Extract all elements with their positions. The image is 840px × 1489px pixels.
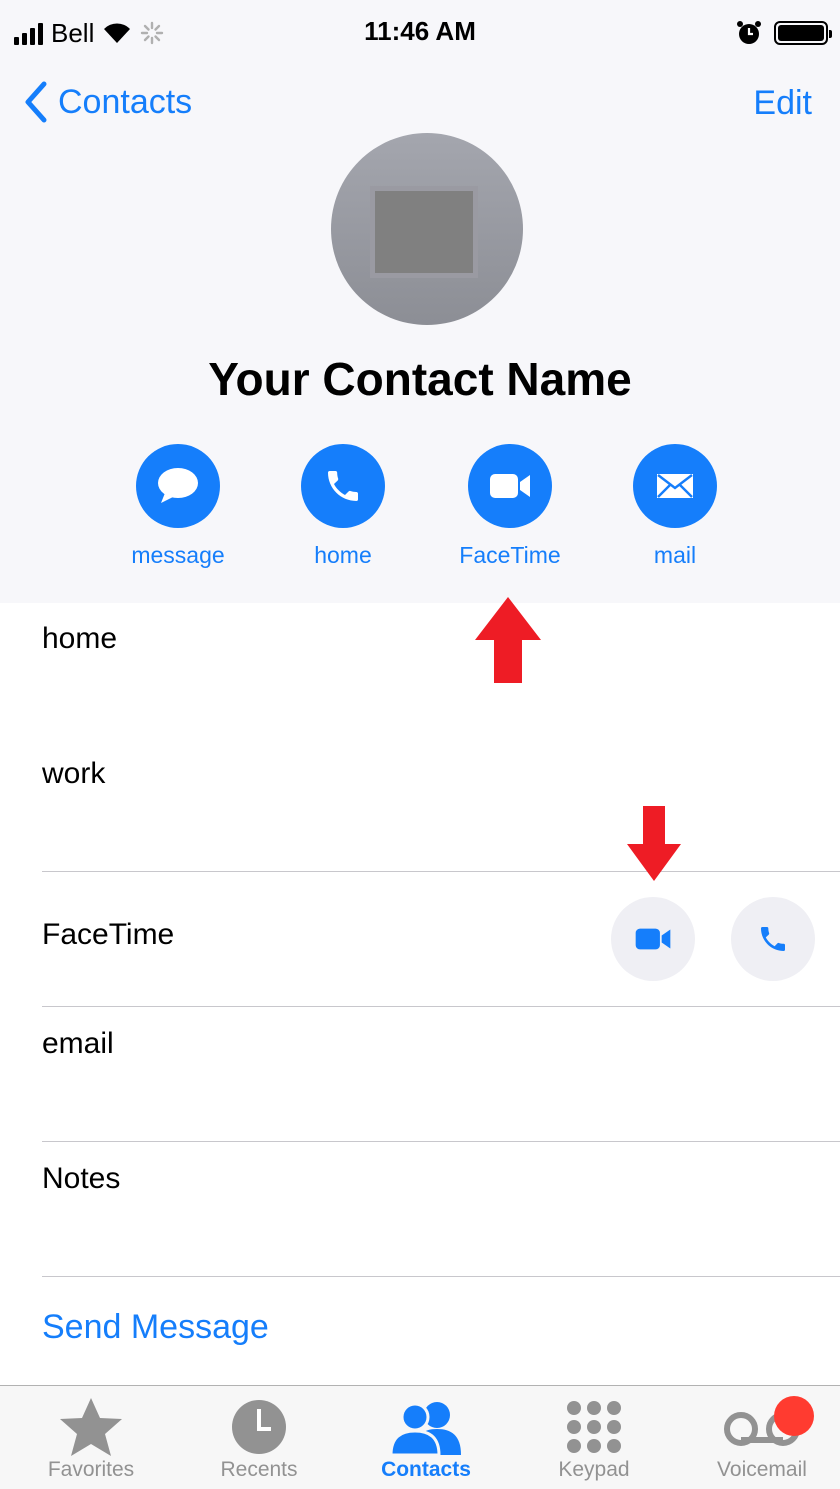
tab-voicemail[interactable]: Voicemail: [678, 1386, 840, 1489]
facetime-action-button[interactable]: FaceTime: [440, 444, 580, 569]
contact-header: Bell 11:46 AM Contacts Edit Your Contact…: [0, 0, 840, 603]
tab-recents[interactable]: Recents: [175, 1386, 343, 1489]
tab-contacts[interactable]: Contacts: [342, 1386, 510, 1489]
contact-name: Your Contact Name: [208, 353, 632, 405]
tab-keypad[interactable]: Keypad: [510, 1386, 678, 1489]
facetime-row: FaceTime: [42, 872, 840, 1007]
tab-favorites-label: Favorites: [47, 1458, 135, 1481]
notes-row[interactable]: Notes: [42, 1142, 840, 1277]
contacts-icon: [389, 1402, 461, 1455]
phone-icon: [328, 471, 358, 501]
phone-home-row[interactable]: home: [42, 602, 840, 737]
status-right: [736, 16, 832, 50]
tab-contacts-label: Contacts: [381, 1458, 471, 1481]
avatar[interactable]: [331, 133, 523, 325]
home-action-label: home: [314, 542, 372, 568]
call-home-action-button[interactable]: home: [273, 444, 413, 569]
phone-icon: [761, 927, 785, 951]
alarm-clock-icon: [737, 21, 761, 44]
clock-icon: [232, 1400, 286, 1454]
back-button-label: Contacts: [58, 82, 193, 121]
chevron-left-icon: [25, 81, 47, 123]
message-bubble-icon: [158, 468, 198, 503]
phone-work-row[interactable]: work: [42, 737, 840, 872]
row-label-notes: Notes: [42, 1162, 121, 1195]
row-label-work: work: [42, 757, 106, 790]
battery-icon: [774, 21, 832, 45]
row-label-home: home: [42, 622, 118, 655]
annotation-arrow-up-icon: [475, 597, 541, 683]
tab-bar: Favorites Recents Contacts Keypad Voicem…: [0, 1385, 840, 1489]
mail-action-button[interactable]: mail: [605, 444, 745, 569]
send-message-button[interactable]: Send Message: [42, 1278, 840, 1376]
tab-favorites[interactable]: Favorites: [7, 1386, 175, 1489]
facetime-action-label: FaceTime: [459, 542, 561, 568]
tab-recents-label: Recents: [220, 1458, 298, 1481]
row-label-facetime: FaceTime: [42, 918, 175, 951]
edit-button[interactable]: Edit: [753, 78, 812, 128]
message-action-button[interactable]: message: [108, 444, 248, 569]
tab-voicemail-label: Voicemail: [717, 1458, 807, 1481]
envelope-icon: [657, 474, 693, 498]
video-camera-icon: [635, 928, 671, 950]
facetime-video-button[interactable]: [611, 897, 695, 981]
message-action-label: message: [131, 542, 225, 568]
avatar-placeholder-image: [370, 186, 478, 278]
row-label-email: email: [42, 1027, 114, 1060]
status-bar: Bell 11:46 AM: [0, 0, 840, 64]
annotation-arrow-down-icon: [627, 806, 681, 881]
tab-keypad-label: Keypad: [558, 1458, 630, 1481]
facetime-audio-button[interactable]: [731, 897, 815, 981]
mail-action-label: mail: [653, 542, 697, 568]
star-icon: [60, 1398, 122, 1456]
back-button[interactable]: Contacts: [24, 76, 192, 128]
status-time: 11:46 AM: [364, 16, 476, 46]
video-camera-icon: [490, 474, 530, 498]
voicemail-badge: [774, 1396, 814, 1436]
email-row[interactable]: email: [42, 1007, 840, 1142]
keypad-icon: [567, 1401, 621, 1453]
